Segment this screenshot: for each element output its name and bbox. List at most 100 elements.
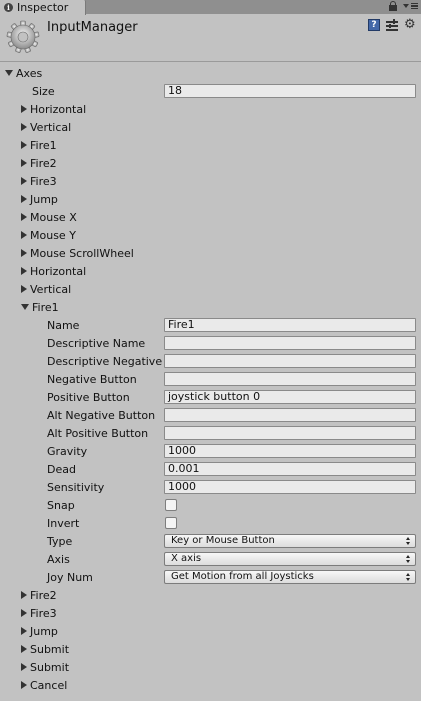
help-icon[interactable]: ? bbox=[368, 19, 380, 31]
axis-item[interactable]: Fire2 bbox=[0, 154, 421, 172]
alt-negative-button-label: Alt Negative Button bbox=[47, 408, 156, 422]
axis-toggle[interactable]: Vertical bbox=[21, 280, 71, 298]
updown-arrows-icon bbox=[406, 537, 411, 546]
sensitivity-field[interactable]: 1000 bbox=[164, 480, 416, 494]
axis-toggle[interactable]: Fire1 bbox=[21, 136, 57, 154]
gear-icon[interactable]: ⚙ bbox=[404, 18, 418, 31]
invert-row: Invert bbox=[0, 514, 421, 532]
axis-item-label: Jump bbox=[30, 192, 58, 206]
chevron-right-icon bbox=[21, 249, 27, 257]
snap-checkbox[interactable] bbox=[165, 499, 177, 511]
tab-menu-icon[interactable] bbox=[403, 1, 418, 11]
axis-toggle[interactable]: Jump bbox=[21, 622, 58, 640]
axis-row: Axis X axis bbox=[0, 550, 421, 568]
axis-item[interactable]: Mouse X bbox=[0, 208, 421, 226]
axis-item[interactable]: Mouse ScrollWheel bbox=[0, 244, 421, 262]
inspector-header: InputManager ? ⚙ bbox=[0, 14, 421, 62]
axis-item-label: Vertical bbox=[30, 120, 72, 134]
chevron-right-icon bbox=[21, 681, 27, 689]
axis-item[interactable]: Fire3 bbox=[0, 172, 421, 190]
tab-inspector[interactable]: i Inspector bbox=[0, 0, 86, 15]
axis-toggle[interactable]: Fire3 bbox=[21, 172, 57, 190]
axis-item[interactable]: Fire1 bbox=[0, 136, 421, 154]
header-tools: ? ⚙ bbox=[368, 18, 418, 31]
axis-item[interactable]: Fire3 bbox=[0, 604, 421, 622]
axis-toggle[interactable]: Jump bbox=[21, 190, 58, 208]
alt-positive-button-field[interactable] bbox=[164, 426, 416, 440]
chevron-right-icon bbox=[21, 123, 27, 131]
descriptive-negative-row: Descriptive Negative bbox=[0, 352, 421, 370]
updown-arrows-icon bbox=[406, 573, 411, 582]
presets-icon[interactable] bbox=[386, 19, 398, 31]
axis-item-label: Fire3 bbox=[30, 174, 57, 188]
lock-icon[interactable] bbox=[389, 1, 397, 11]
positive-button-label: Positive Button bbox=[47, 390, 130, 404]
snap-row: Snap bbox=[0, 496, 421, 514]
axis-item[interactable]: Fire2 bbox=[0, 586, 421, 604]
axes-label: Axes bbox=[16, 66, 43, 80]
axis-item-label: Mouse ScrollWheel bbox=[30, 246, 134, 260]
tab-tools bbox=[389, 1, 418, 11]
axes-toggle[interactable]: Axes bbox=[5, 64, 42, 82]
axis-item[interactable]: Horizontal bbox=[0, 262, 421, 280]
axis-toggle[interactable]: Mouse X bbox=[21, 208, 77, 226]
axis-toggle[interactable]: Mouse Y bbox=[21, 226, 76, 244]
positive-button-field[interactable]: joystick button 0 bbox=[164, 390, 416, 404]
type-row: Type Key or Mouse Button bbox=[0, 532, 421, 550]
gravity-row: Gravity 1000 bbox=[0, 442, 421, 460]
axes-foldout[interactable]: Axes bbox=[0, 64, 421, 82]
joy-num-dropdown[interactable]: Get Motion from all Joysticks bbox=[164, 570, 416, 584]
gravity-field[interactable]: 1000 bbox=[164, 444, 416, 458]
axis-toggle[interactable]: Submit bbox=[21, 640, 69, 658]
axis-toggle[interactable]: Vertical bbox=[21, 118, 71, 136]
axis-item-fire1-expanded[interactable]: Fire1 bbox=[0, 298, 421, 316]
name-field[interactable]: Fire1 bbox=[164, 318, 416, 332]
axis-toggle[interactable]: Submit bbox=[21, 658, 69, 676]
axis-item[interactable]: Horizontal bbox=[0, 100, 421, 118]
axis-toggle[interactable]: Fire2 bbox=[21, 586, 57, 604]
descriptive-negative-field[interactable] bbox=[164, 354, 416, 368]
settings-asset-icon bbox=[6, 20, 40, 53]
axis-toggle[interactable]: Mouse ScrollWheel bbox=[21, 244, 134, 262]
invert-checkbox[interactable] bbox=[165, 517, 177, 529]
header-divider bbox=[0, 61, 421, 62]
type-dropdown[interactable]: Key or Mouse Button bbox=[164, 534, 416, 548]
axis-item[interactable]: Mouse Y bbox=[0, 226, 421, 244]
chevron-down-icon bbox=[21, 304, 29, 310]
axis-item[interactable]: Vertical bbox=[0, 118, 421, 136]
alt-positive-button-label: Alt Positive Button bbox=[47, 426, 149, 440]
axis-toggle[interactable]: Fire1 bbox=[21, 298, 59, 316]
axis-item[interactable]: Vertical bbox=[0, 280, 421, 298]
size-field[interactable]: 18 bbox=[164, 84, 416, 98]
axis-toggle[interactable]: Fire3 bbox=[21, 604, 57, 622]
descriptive-name-field[interactable] bbox=[164, 336, 416, 350]
chevron-down-icon bbox=[5, 70, 13, 76]
tab-label: Inspector bbox=[17, 1, 69, 14]
dead-row: Dead 0.001 bbox=[0, 460, 421, 478]
axis-dropdown[interactable]: X axis bbox=[164, 552, 416, 566]
descriptive-negative-label: Descriptive Negative bbox=[47, 354, 163, 368]
descriptive-name-row: Descriptive Name bbox=[0, 334, 421, 352]
axis-item[interactable]: Jump bbox=[0, 190, 421, 208]
axis-item[interactable]: Cancel bbox=[0, 676, 421, 694]
chevron-right-icon bbox=[21, 663, 27, 671]
sensitivity-row: Sensitivity 1000 bbox=[0, 478, 421, 496]
axis-item[interactable]: Submit bbox=[0, 658, 421, 676]
axis-item[interactable]: Jump bbox=[0, 622, 421, 640]
axis-toggle[interactable]: Horizontal bbox=[21, 100, 86, 118]
axis-item[interactable]: Submit bbox=[0, 640, 421, 658]
alt-negative-button-field[interactable] bbox=[164, 408, 416, 422]
page-title: InputManager bbox=[47, 20, 138, 35]
type-dropdown-value: Key or Mouse Button bbox=[171, 535, 275, 546]
axis-toggle[interactable]: Fire2 bbox=[21, 154, 57, 172]
joy-num-dropdown-value: Get Motion from all Joysticks bbox=[171, 571, 314, 582]
sensitivity-label: Sensitivity bbox=[47, 480, 105, 494]
axis-item-label: Submit bbox=[30, 660, 70, 674]
axis-toggle[interactable]: Horizontal bbox=[21, 262, 86, 280]
axis-toggle[interactable]: Cancel bbox=[21, 676, 67, 694]
type-label: Type bbox=[47, 534, 73, 548]
chevron-right-icon bbox=[21, 285, 27, 293]
dead-field[interactable]: 0.001 bbox=[164, 462, 416, 476]
axis-item-label: Jump bbox=[30, 624, 58, 638]
negative-button-field[interactable] bbox=[164, 372, 416, 386]
